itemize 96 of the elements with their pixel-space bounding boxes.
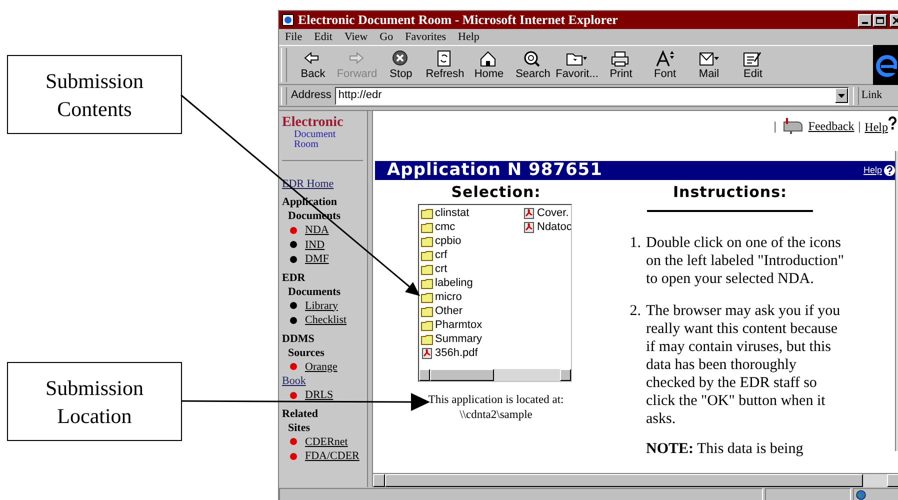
caret-icon	[838, 94, 846, 98]
edit-icon	[742, 50, 764, 68]
note-text: NOTE: This data is being	[646, 440, 804, 458]
feedback-link[interactable]: Feedback	[808, 117, 854, 135]
step-number: 1.	[628, 234, 641, 252]
browser-logo	[873, 45, 898, 85]
globe-icon	[856, 490, 866, 500]
section-heading: Related	[282, 406, 320, 420]
location-text: \\cdnta2\sample	[460, 408, 532, 422]
folder-entry[interactable]: cpbio	[421, 234, 523, 248]
maximize-button[interactable]	[873, 14, 887, 26]
logo-text: Document	[294, 130, 337, 140]
toolbar-button[interactable]: Print	[599, 50, 643, 80]
folder-icon	[421, 292, 433, 303]
step-text: Double click on one of the icons on the left labeled "Introduction" to open your selected NDA.	[646, 234, 846, 288]
pdf-file-icon	[523, 208, 535, 219]
pdf-entry[interactable]: Cover.	[523, 206, 571, 220]
section-subheading: Sources	[288, 346, 326, 360]
section-heading: DDMS	[282, 332, 316, 346]
close-button[interactable]	[890, 14, 898, 26]
folder-icon	[421, 250, 433, 261]
folder-icon	[421, 264, 433, 275]
menu-item[interactable]: Help	[458, 28, 480, 46]
pdf-file-icon	[421, 348, 433, 359]
address-field[interactable]: http://edr	[335, 86, 850, 104]
section-heading: EDR	[282, 270, 306, 284]
folder-entry[interactable]: Other	[421, 304, 523, 318]
app-icon	[282, 14, 294, 26]
toolbar-button[interactable]: Favorit...	[555, 50, 599, 80]
sidebar-link[interactable]: Library	[305, 298, 338, 314]
toolbar-button[interactable]: Back	[291, 50, 335, 80]
folder-entry[interactable]: cmc	[421, 220, 523, 234]
sidebar-link[interactable]: NDA	[305, 222, 329, 238]
folder-entry[interactable]: clinstat	[421, 206, 523, 220]
folder-entry[interactable]: crt	[421, 262, 523, 276]
horizontal-scrollbar[interactable]	[419, 368, 571, 380]
folder-entry[interactable]: Summary	[421, 332, 523, 346]
toolbar-button[interactable]: Search	[511, 50, 555, 80]
section-subheading: Documents	[288, 284, 342, 298]
selection-heading: Selection:	[451, 182, 541, 203]
step-number: 2.	[628, 302, 641, 320]
toolbar-button[interactable]: Mail	[687, 50, 731, 80]
menu-item[interactable]: File	[285, 28, 302, 46]
pdf-file-icon	[523, 222, 535, 233]
separator-text: |	[774, 118, 776, 135]
help-link[interactable]: Help	[863, 164, 882, 178]
section-subheading: Sites	[288, 420, 311, 434]
sidebar-link[interactable]: CDERnet	[305, 434, 348, 450]
folder-icon	[421, 278, 433, 289]
links-button[interactable]: Link	[861, 87, 882, 104]
folder-entry[interactable]: micro	[421, 290, 523, 304]
folder-entry[interactable]: crf	[421, 248, 523, 262]
vertical-scrollbar[interactable]	[895, 151, 898, 451]
application-title: Application N 987651	[387, 158, 602, 182]
address-label: Address	[290, 88, 332, 104]
help-link[interactable]: Help	[864, 116, 897, 136]
folder-entry[interactable]: labeling	[421, 276, 523, 290]
sidebar-link[interactable]: DRLS	[305, 387, 334, 404]
step-text: The browser may ask you if you really want this content because if may contain viruses, but this data has been thoroughly checked by the EDR staff so click the "OK" button when it asks.	[646, 302, 842, 428]
folder-entry[interactable]: Pharmtox	[421, 318, 523, 332]
folder-icon	[421, 208, 433, 219]
sidebar-link[interactable]: Book	[282, 374, 306, 388]
page-horizontal-scrollbar[interactable]	[373, 473, 898, 487]
logo-text: Room	[294, 140, 320, 150]
folder-icon	[421, 334, 433, 345]
sidebar-link[interactable]: IND	[305, 236, 325, 253]
location-text: This application is located at:	[428, 392, 564, 408]
menu-item[interactable]: Edit	[314, 28, 332, 46]
font-icon	[654, 50, 676, 68]
window-title: Electronic Document Room - Microsoft Internet Explorer	[298, 11, 619, 30]
instructions-heading: Instructions:	[672, 182, 788, 203]
folder-icon	[421, 320, 433, 331]
pdf-entry[interactable]: 356h.pdf	[421, 346, 523, 360]
callout-box: Submission Contents	[7, 55, 182, 134]
toolbar-button[interactable]: Stop	[379, 50, 423, 80]
menu-item[interactable]: Go	[380, 28, 394, 46]
minimize-button[interactable]	[858, 14, 872, 26]
callout-box: Submission Location	[7, 362, 182, 441]
question-mark-icon	[888, 116, 897, 131]
sidebar-link[interactable]: Checklist	[305, 312, 347, 328]
toolbar-button[interactable]: Home	[467, 50, 511, 80]
menu-item[interactable]: Favorites	[405, 28, 446, 46]
folder-icon	[421, 236, 433, 247]
mail-icon	[698, 50, 720, 68]
sidebar-link[interactable]: Orange	[305, 358, 338, 375]
toolbar-button[interactable]: Edit	[731, 50, 775, 80]
logo-text: Electronic	[282, 115, 344, 130]
dropdown-button[interactable]	[835, 88, 848, 103]
sidebar-link[interactable]: FDA/CDER	[305, 448, 360, 464]
toolbar-button[interactable]: Font	[643, 50, 687, 80]
menu-item[interactable]: View	[344, 28, 368, 46]
folder-icon	[421, 222, 433, 233]
separator-text: |	[858, 118, 861, 135]
folder-icon	[421, 306, 433, 317]
toolbar-button[interactable]: Refresh	[423, 50, 467, 80]
sidebar-link[interactable]: DMF	[305, 251, 329, 268]
